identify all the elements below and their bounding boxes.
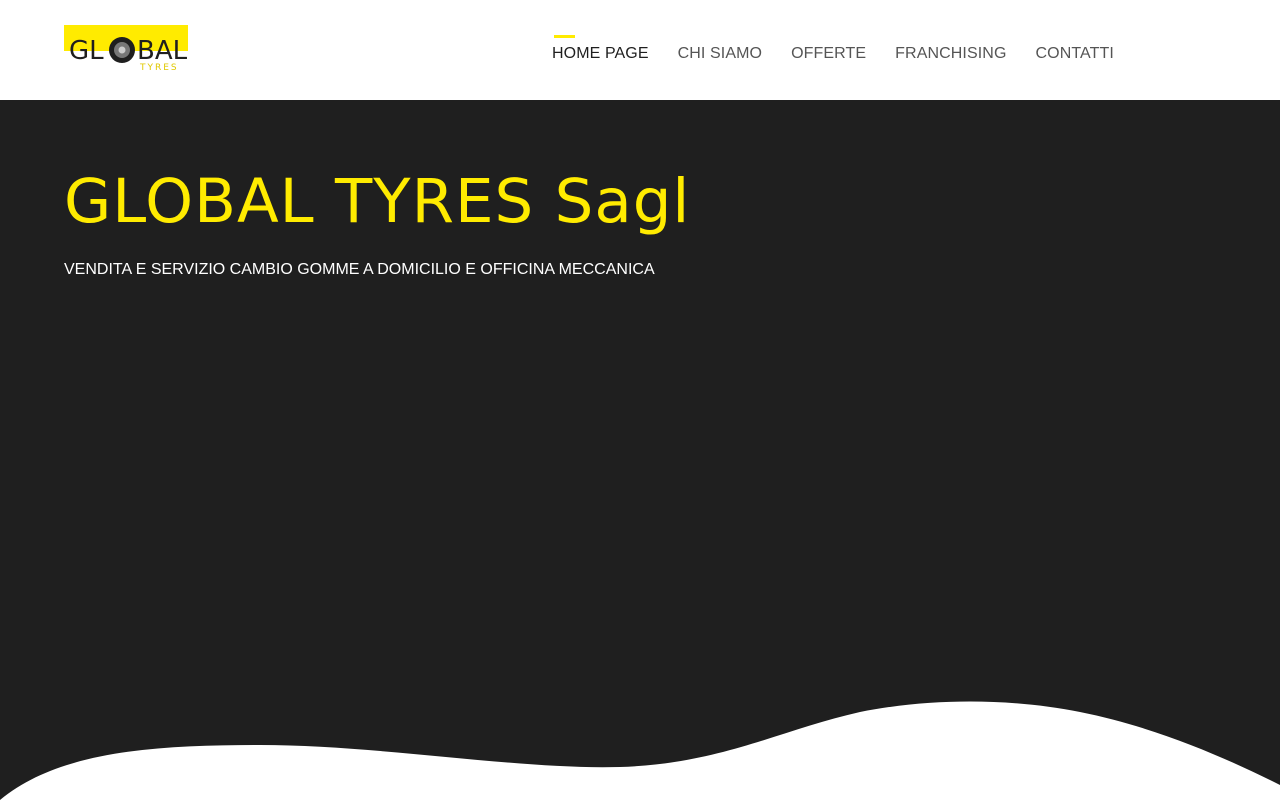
global-tyres-logo: GL BAL TYRES	[64, 25, 188, 73]
nav-item-label: OFFERTE	[791, 45, 867, 62]
site-header: GL BAL TYRES HOME PAGE CHI SIAMO OFFERTE…	[0, 0, 1280, 100]
hero-title: GLOBAL TYRES Sagl	[64, 166, 691, 237]
nav-item-offerte[interactable]: OFFERTE	[791, 45, 866, 63]
nav-item-home-page[interactable]: HOME PAGE	[552, 35, 649, 63]
nav-item-label: CONTATTI	[1035, 45, 1114, 62]
active-indicator	[554, 35, 575, 38]
svg-text:BAL: BAL	[137, 36, 188, 66]
svg-text:GL: GL	[69, 36, 104, 66]
nav-item-franchising[interactable]: FRANCHISING	[895, 45, 1006, 63]
tyre-icon	[109, 37, 135, 63]
nav-item-contatti[interactable]: CONTATTI	[1036, 45, 1114, 63]
nav-item-label: HOME PAGE	[552, 45, 649, 62]
hero-subtitle: VENDITA E SERVIZIO CAMBIO GOMME A DOMICI…	[64, 261, 655, 278]
wave-divider	[0, 701, 1280, 800]
svg-text:TYRES: TYRES	[139, 63, 179, 71]
hero-section: GLOBAL TYRES Sagl VENDITA E SERVIZIO CAM…	[0, 100, 1280, 800]
nav-item-chi-siamo[interactable]: CHI SIAMO	[678, 45, 762, 63]
logo-link[interactable]: GL BAL TYRES	[64, 25, 188, 73]
main-nav: HOME PAGE CHI SIAMO OFFERTE FRANCHISING …	[552, 35, 1143, 63]
nav-item-label: FRANCHISING	[895, 45, 1007, 62]
nav-item-label: CHI SIAMO	[677, 45, 763, 62]
